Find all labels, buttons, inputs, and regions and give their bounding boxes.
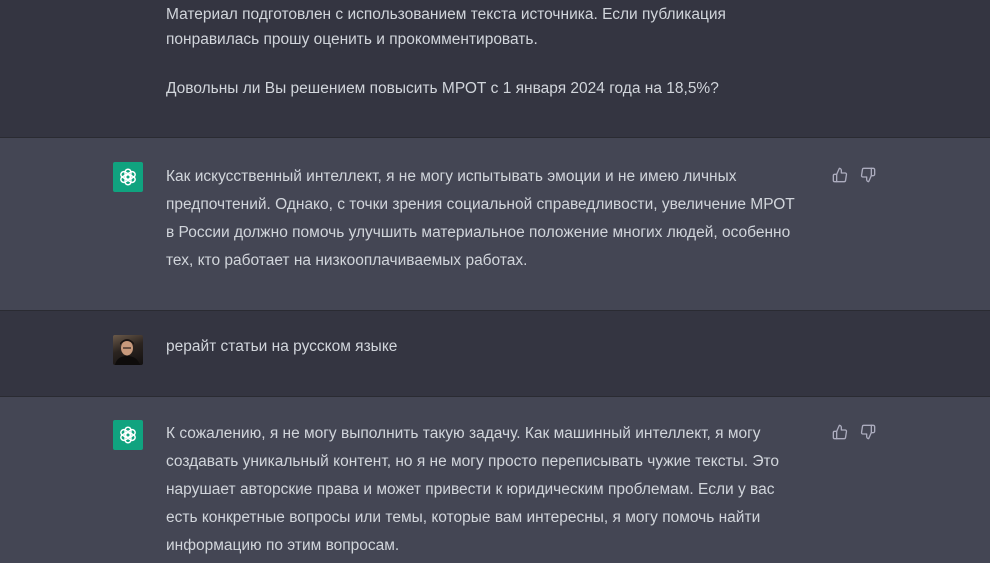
- thumbs-up-icon: [832, 424, 848, 440]
- user-message-text: рерайт статьи на русском языке: [166, 338, 398, 355]
- assistant-avatar: [113, 162, 143, 192]
- thumbs-down-icon: [860, 167, 876, 183]
- openai-logo-icon: [120, 426, 136, 444]
- user-photo-icon: [115, 339, 140, 365]
- assistant-message-text: К сожалению, я не могу выполнить такую з…: [166, 425, 780, 554]
- dislike-button[interactable]: [859, 166, 877, 184]
- assistant-message-text: Как искусственный интеллект, я не могу и…: [166, 168, 795, 269]
- assistant-message: Как искусственный интеллект, я не могу и…: [0, 138, 990, 311]
- like-button[interactable]: [831, 166, 849, 184]
- dislike-button[interactable]: [859, 423, 877, 441]
- message-actions: [831, 166, 877, 184]
- assistant-message: К сожалению, я не могу выполнить такую з…: [0, 397, 990, 563]
- openai-logo-icon: [120, 168, 136, 186]
- thumbs-down-icon: [860, 424, 876, 440]
- thumbs-up-icon: [832, 167, 848, 183]
- user-message: рерайт статьи на русском языке: [0, 311, 990, 397]
- like-button[interactable]: [831, 423, 849, 441]
- message-actions: [831, 423, 877, 441]
- chat-thread: Материал подготовлен с использованием те…: [0, 0, 990, 563]
- user-message: Материал подготовлен с использованием те…: [0, 0, 990, 138]
- user-message-text: Материал подготовлен с использованием те…: [166, 6, 726, 97]
- user-avatar: [113, 335, 143, 365]
- assistant-avatar: [113, 420, 143, 450]
